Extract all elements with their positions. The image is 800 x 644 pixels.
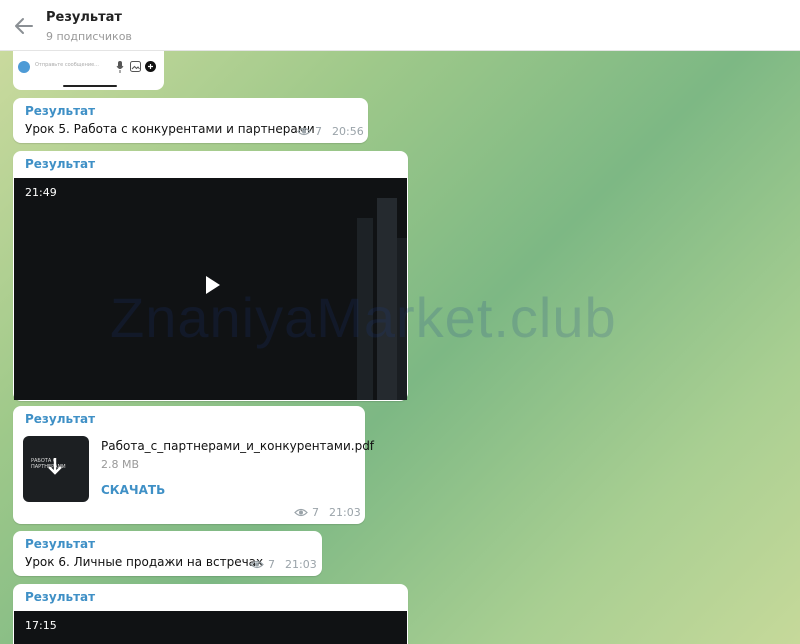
message-meta: 7 21:03 bbox=[294, 506, 361, 519]
chat-header: Результат 9 подписчиков bbox=[0, 0, 800, 51]
message-sender[interactable]: Результат bbox=[25, 157, 95, 171]
subscriber-count: 9 подписчиков bbox=[46, 30, 132, 43]
view-count: 7 bbox=[312, 506, 319, 519]
video-frame-skyline bbox=[357, 198, 407, 400]
video-player[interactable]: 21:49 bbox=[14, 178, 407, 400]
add-circle-icon bbox=[145, 61, 156, 72]
views-eye-icon bbox=[294, 508, 308, 517]
channel-title[interactable]: Результат bbox=[46, 10, 122, 25]
home-indicator bbox=[63, 85, 117, 87]
video-duration: 21:49 bbox=[25, 186, 57, 199]
message-bubble[interactable]: Результат Урок 6. Личные продажи на встр… bbox=[13, 531, 322, 576]
message-time: 20:56 bbox=[332, 125, 364, 138]
video-message-bubble[interactable]: Результат 17:15 bbox=[13, 584, 408, 644]
view-count: 7 bbox=[315, 125, 322, 138]
view-count: 7 bbox=[268, 558, 275, 571]
camera-icon bbox=[18, 61, 30, 73]
message-text: Урок 5. Работа с конкурентами и партнера… bbox=[25, 122, 315, 136]
message-time: 21:03 bbox=[329, 506, 361, 519]
views-eye-icon bbox=[297, 127, 311, 136]
message-text: Урок 6. Личные продажи на встречах bbox=[25, 555, 264, 569]
video-duration: 17:15 bbox=[25, 619, 57, 632]
message-sender[interactable]: Результат bbox=[25, 104, 95, 118]
preview-placeholder-text: Отправьте сообщение... bbox=[35, 62, 99, 68]
file-name[interactable]: Работа_с_партнерами_и_конкурентами.pdf bbox=[101, 439, 374, 453]
message-sender[interactable]: Результат bbox=[25, 412, 95, 426]
video-player[interactable]: 17:15 bbox=[14, 611, 407, 644]
message-meta: 7 20:56 bbox=[297, 125, 364, 138]
message-bubble[interactable]: Результат Урок 5. Работа с конкурентами … bbox=[13, 98, 368, 143]
download-arrow-icon[interactable] bbox=[45, 456, 65, 478]
download-button[interactable]: СКАЧАТЬ bbox=[101, 483, 165, 497]
back-arrow-icon[interactable] bbox=[14, 17, 34, 35]
message-sender[interactable]: Результат bbox=[25, 590, 95, 604]
message-time: 21:03 bbox=[285, 558, 317, 571]
play-icon[interactable] bbox=[204, 275, 222, 295]
video-message-bubble[interactable]: Результат 21:49 bbox=[13, 151, 408, 401]
message-screenshot-preview[interactable]: Отправьте сообщение... bbox=[13, 51, 164, 90]
file-thumbnail[interactable]: РАБОТА С ПАРТНЕРАМИ bbox=[23, 436, 89, 502]
gallery-icon bbox=[130, 61, 141, 72]
file-size: 2.8 MB bbox=[101, 458, 140, 471]
microphone-icon bbox=[116, 61, 124, 73]
file-message-bubble[interactable]: Результат РАБОТА С ПАРТНЕРАМИ Работа_с_п… bbox=[13, 406, 374, 524]
views-eye-icon bbox=[250, 560, 264, 569]
message-sender[interactable]: Результат bbox=[25, 537, 95, 551]
message-meta: 7 21:03 bbox=[250, 558, 317, 571]
